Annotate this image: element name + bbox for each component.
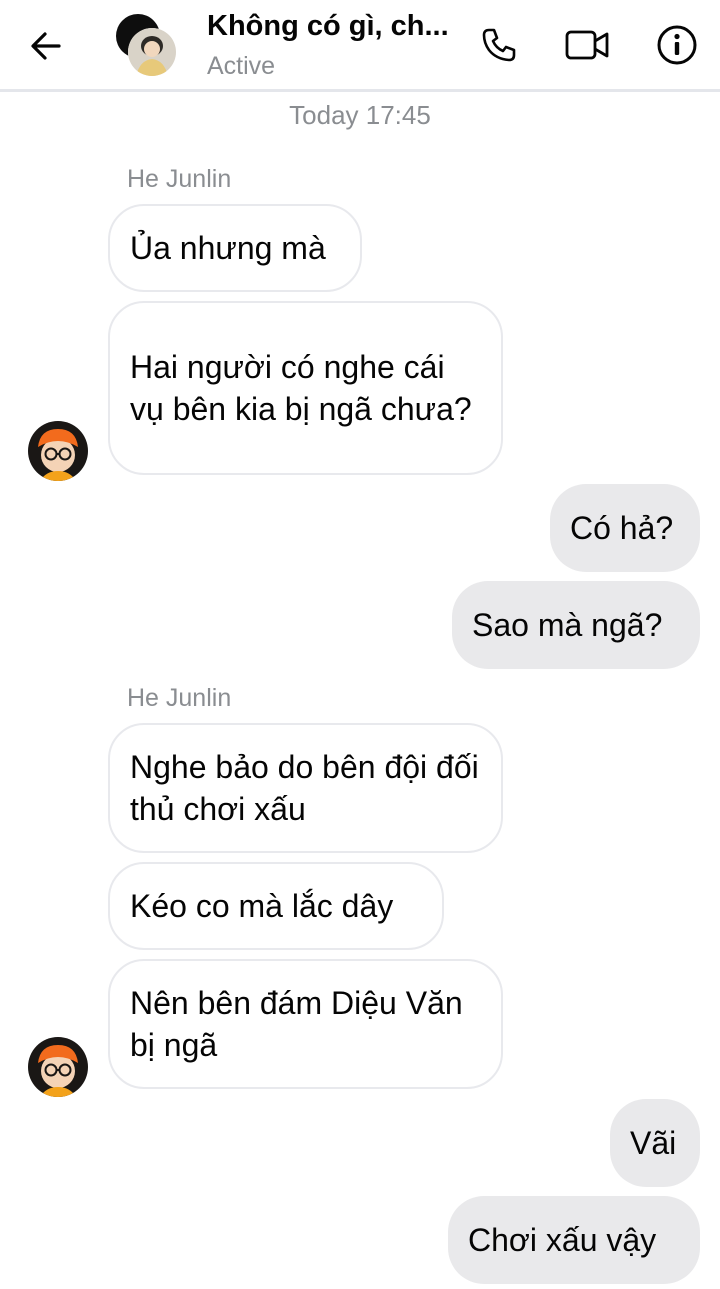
incoming-message[interactable]: Kéo co mà lắc dây — [108, 862, 444, 950]
info-button[interactable] — [652, 20, 702, 70]
back-arrow-icon — [31, 32, 61, 60]
active-status: Active — [207, 52, 276, 80]
conversation-timestamp: Today 17:45 — [289, 100, 431, 130]
call-button[interactable] — [474, 20, 524, 70]
sender-name: He Junlin — [127, 684, 232, 712]
contact-avatar-image — [28, 421, 88, 481]
back-button[interactable] — [24, 24, 68, 68]
avatar[interactable] — [28, 421, 88, 481]
chat-header: Không có gì, ch... Active — [0, 0, 720, 92]
contact-avatar-image — [28, 1037, 88, 1097]
message-text: Ủa nhưng mà — [130, 230, 326, 266]
group-avatar[interactable] — [116, 14, 178, 76]
message-text: Sao mà ngã? — [472, 607, 663, 643]
avatar — [128, 28, 176, 76]
sender-name: He Junlin — [127, 165, 232, 193]
incoming-message[interactable]: Hai người có nghe cái vụ bên kia bị ngã … — [108, 301, 503, 475]
video-icon — [565, 30, 609, 60]
info-icon — [657, 25, 697, 65]
outgoing-message[interactable]: Vãi — [610, 1099, 700, 1187]
message-text: Vãi — [630, 1125, 677, 1161]
video-call-button[interactable] — [562, 20, 612, 70]
phone-icon — [482, 28, 516, 62]
chat-title[interactable]: Không có gì, ch... — [207, 10, 449, 43]
avatar[interactable] — [28, 1037, 88, 1097]
incoming-message[interactable]: Nghe bảo do bên đội đối thủ chơi xấu — [108, 723, 503, 853]
incoming-message[interactable]: Ủa nhưng mà — [108, 204, 362, 292]
outgoing-message[interactable]: Chơi xấu vậy — [448, 1196, 700, 1284]
message-text: Kéo co mà lắc dây — [130, 888, 394, 924]
message-text: Nghe bảo do bên đội đối thủ chơi xấu — [130, 749, 479, 827]
message-text: Chơi xấu vậy — [468, 1222, 657, 1258]
message-text: Có hả? — [570, 510, 674, 546]
outgoing-message[interactable]: Sao mà ngã? — [452, 581, 700, 669]
outgoing-message[interactable]: Có hả? — [550, 484, 700, 572]
incoming-message[interactable]: Nên bên đám Diệu Văn bị ngã — [108, 959, 503, 1089]
message-text: Hai người có nghe cái vụ bên kia bị ngã … — [130, 349, 472, 427]
message-text: Nên bên đám Diệu Văn bị ngã — [130, 985, 463, 1063]
